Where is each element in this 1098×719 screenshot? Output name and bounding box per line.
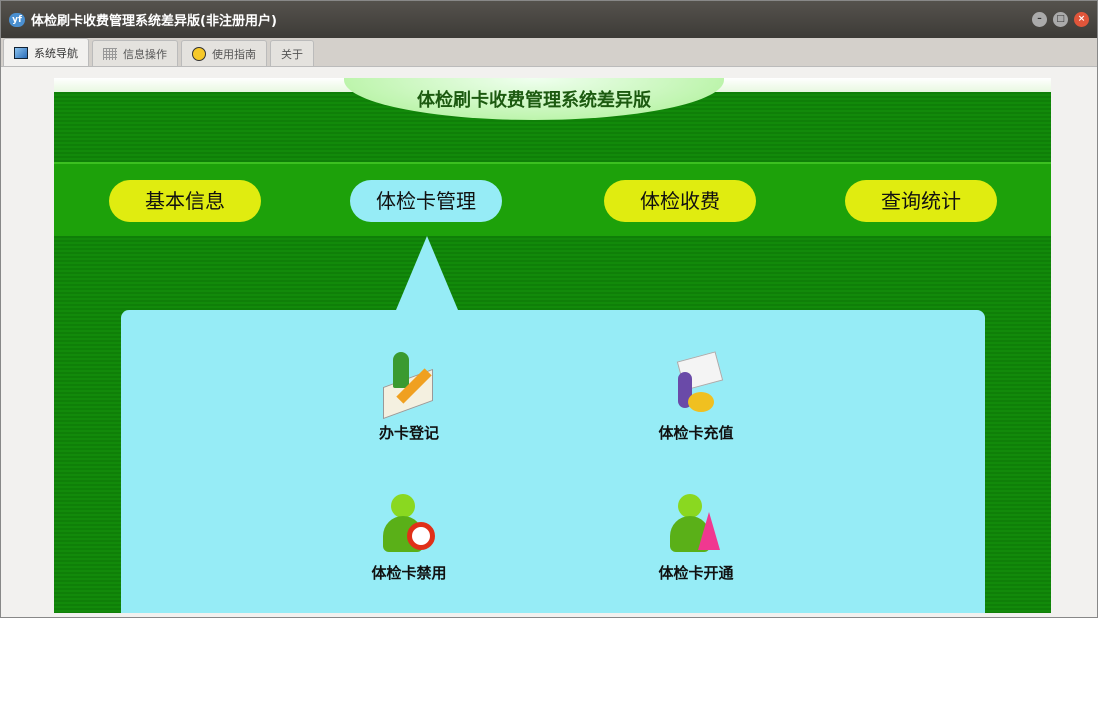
grid-icon — [103, 47, 117, 60]
item-card-recharge[interactable]: 体检卡充值 — [626, 351, 766, 443]
app-logo-icon: yf — [9, 12, 25, 27]
pointer-arrow — [396, 236, 458, 310]
user-party-icon — [666, 492, 726, 556]
tab-label: 信息操作 — [123, 47, 167, 61]
register-pencil-icon — [379, 352, 439, 420]
maximize-button[interactable]: □ — [1053, 12, 1068, 27]
tab-label: 关于 — [281, 47, 303, 61]
monitor-icon — [14, 46, 28, 59]
recharge-coins-icon — [666, 351, 726, 416]
nav-basic-info[interactable]: 基本信息 — [109, 180, 261, 222]
tab-bar: 系统导航 信息操作 使用指南 关于 — [1, 38, 1097, 67]
nav-card-management[interactable]: 体检卡管理 — [350, 180, 502, 222]
banner-title: 体检刷卡收费管理系统差异版 — [344, 78, 724, 120]
user-forbidden-icon — [379, 492, 439, 556]
tab-about[interactable]: 关于 — [270, 40, 314, 66]
nav-exam-charge[interactable]: 体检收费 — [604, 180, 756, 222]
tab-label: 系统导航 — [34, 46, 78, 60]
item-label: 体检卡充值 — [658, 424, 734, 442]
item-label: 体检卡禁用 — [371, 564, 447, 582]
close-button[interactable]: × — [1074, 12, 1089, 27]
item-card-activate[interactable]: 体检卡开通 — [626, 492, 766, 583]
tab-info-ops[interactable]: 信息操作 — [92, 40, 178, 66]
item-label: 办卡登记 — [378, 424, 439, 442]
item-label: 体检卡开通 — [658, 564, 734, 582]
tab-system-nav[interactable]: 系统导航 — [3, 38, 89, 66]
tab-label: 使用指南 — [212, 47, 256, 61]
nav-panel: 体检刷卡收费管理系统差异版 基本信息 体检卡管理 体检收费 查询统计 办卡登记 … — [54, 78, 1051, 613]
minimize-button[interactable]: – — [1032, 12, 1047, 27]
window-title: 体检刷卡收费管理系统差异版(非注册用户) — [31, 14, 277, 29]
item-card-register[interactable]: 办卡登记 — [339, 352, 479, 443]
main-nav: 基本信息 体检卡管理 体检收费 查询统计 — [54, 162, 1051, 236]
nav-query-stats[interactable]: 查询统计 — [845, 180, 997, 222]
item-card-disable[interactable]: 体检卡禁用 — [339, 492, 479, 583]
tab-guide[interactable]: 使用指南 — [181, 40, 267, 66]
submenu-panel: 办卡登记 体检卡充值 体检卡禁用 体检卡开通 — [121, 310, 985, 613]
title-bar: yf 体检刷卡收费管理系统差异版(非注册用户) – □ × — [1, 1, 1097, 38]
help-icon — [192, 46, 206, 61]
